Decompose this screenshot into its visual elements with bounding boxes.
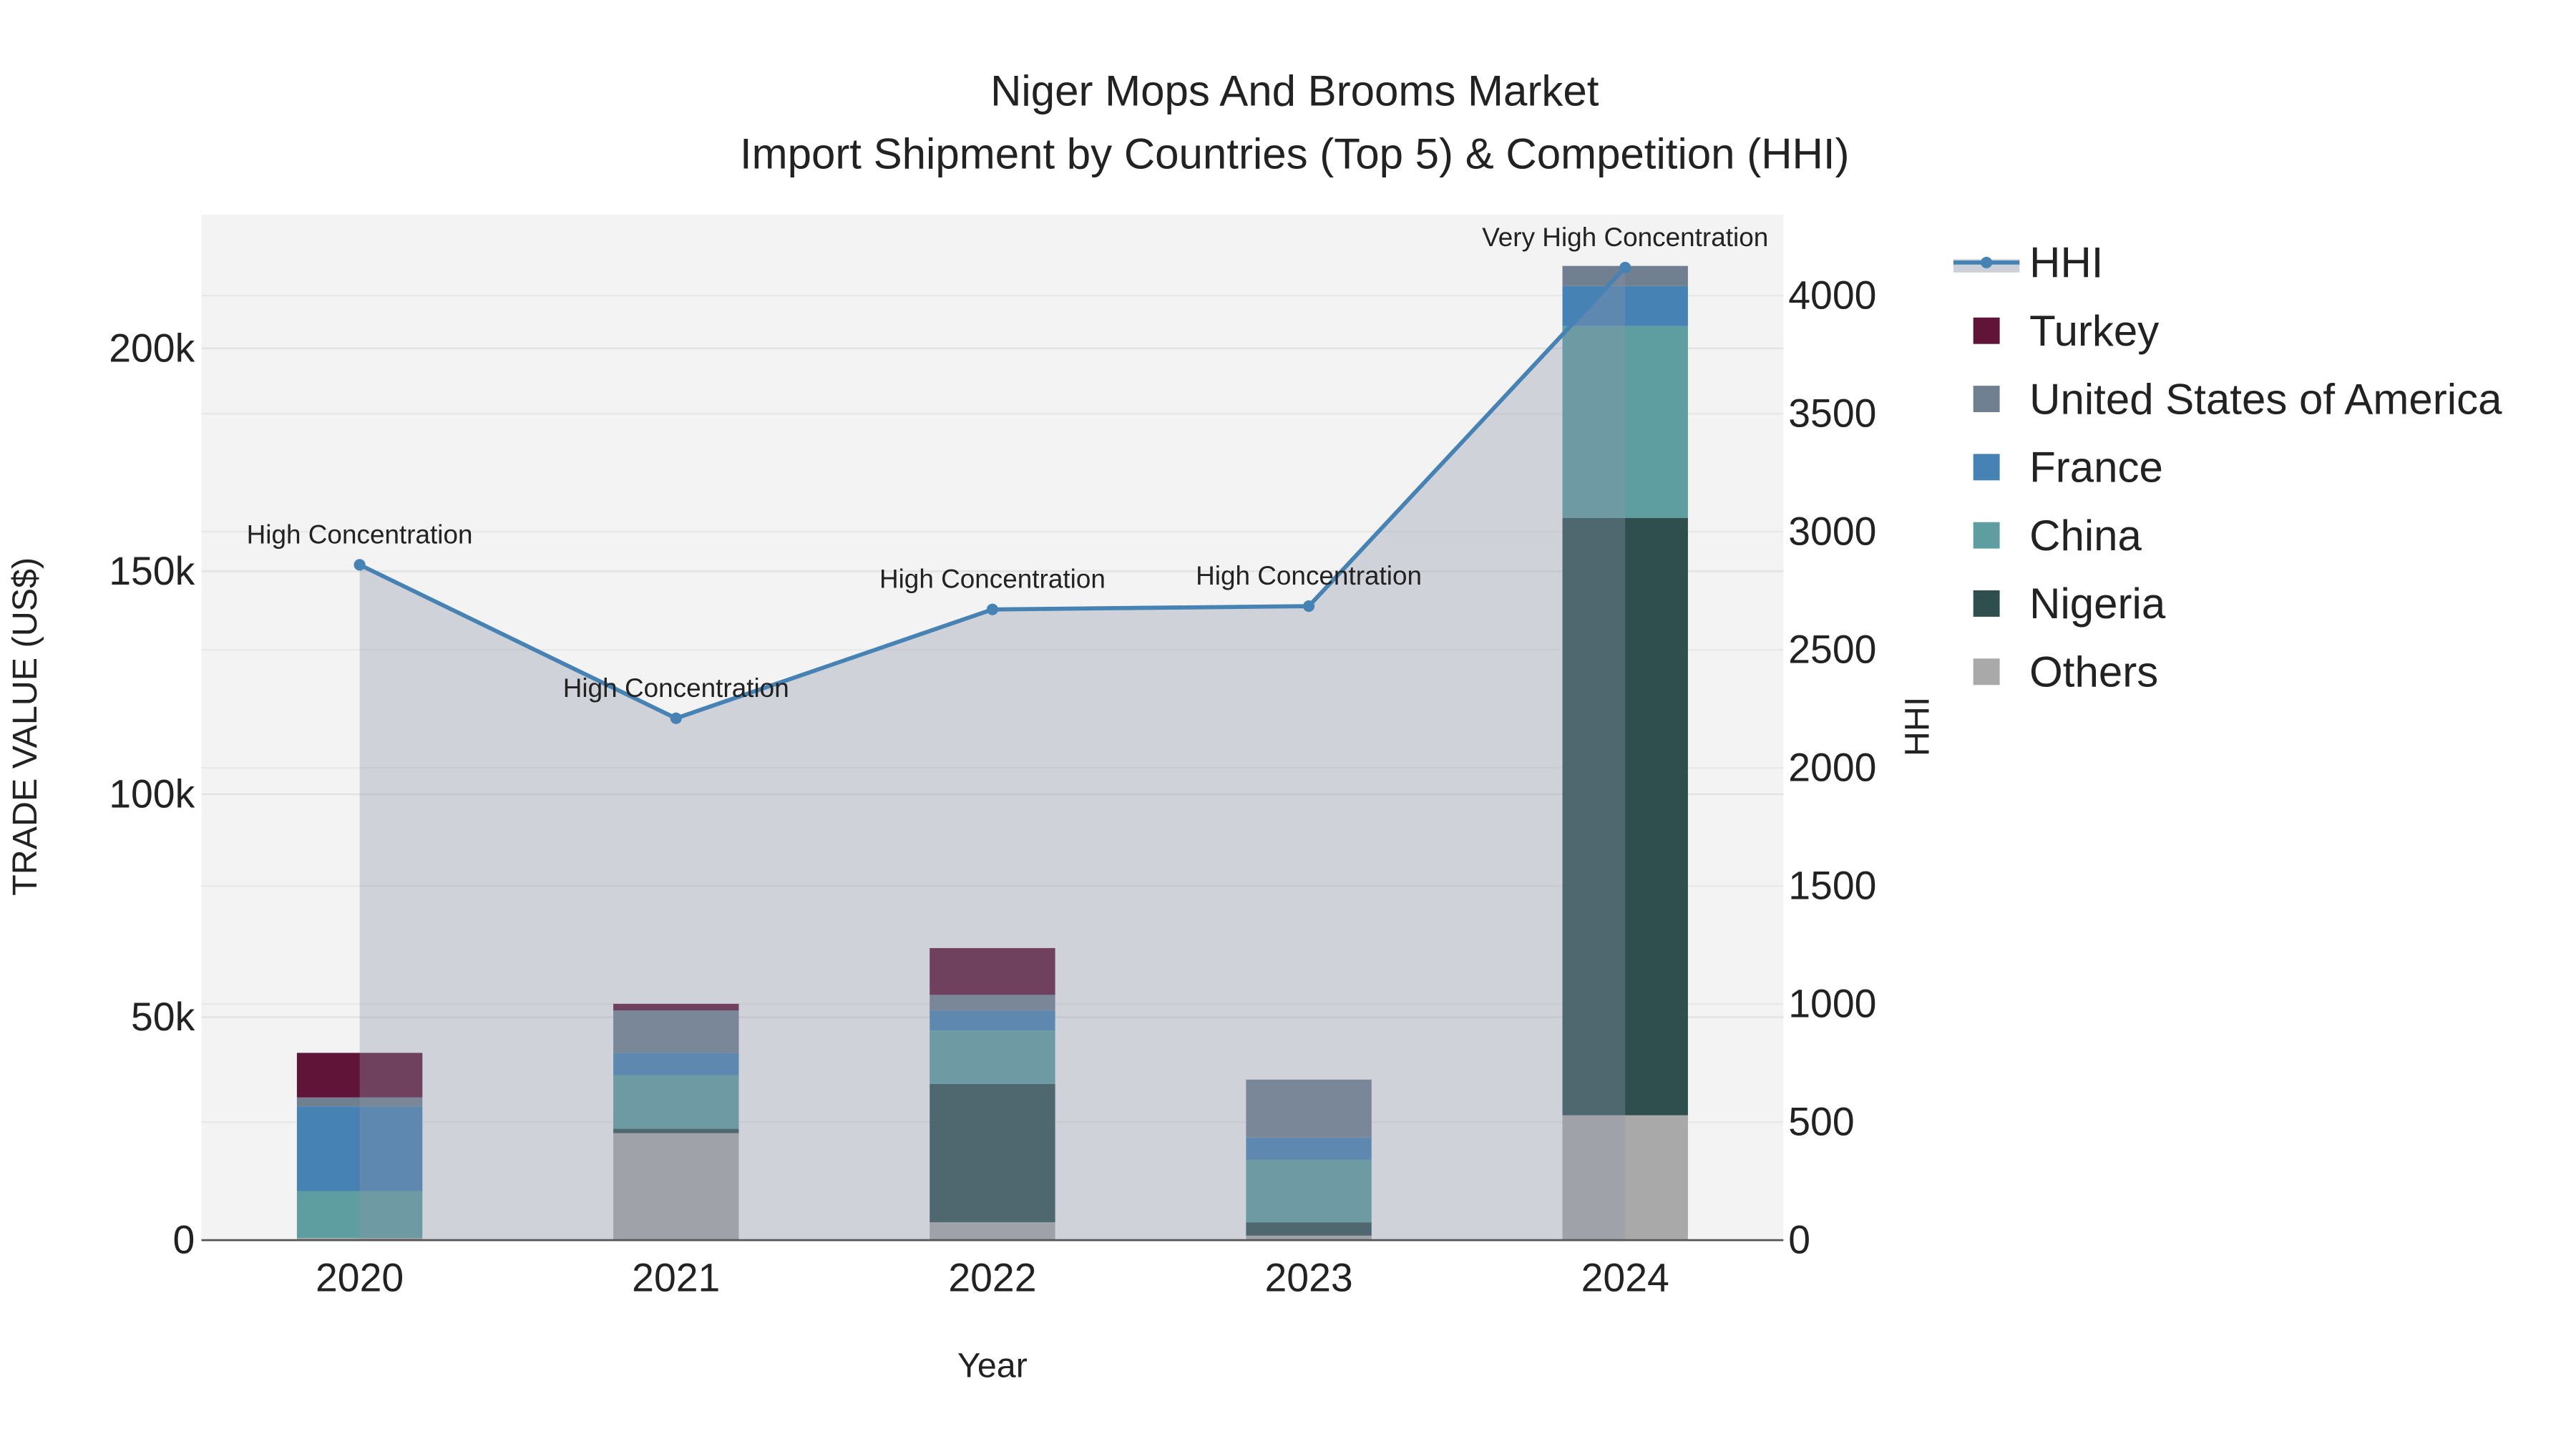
- y-tick-label: 200k: [109, 326, 195, 370]
- chart-subtitle: Import Shipment by Countries (Top 5) & C…: [740, 130, 1850, 177]
- legend-label: France: [2029, 444, 2163, 492]
- y-tick-label: 50k: [131, 995, 195, 1039]
- y2-tick-label: 3000: [1788, 509, 1876, 554]
- x-tick-label: 2020: [316, 1256, 404, 1300]
- legend-label: Nigeria: [2029, 580, 2166, 628]
- legend-label: Turkey: [2029, 307, 2159, 355]
- x-tick-label: 2023: [1264, 1256, 1352, 1300]
- legend-swatch: [1973, 590, 2000, 617]
- y2-axis-title: HHI: [1898, 697, 1936, 756]
- legend-swatch: [1973, 658, 2000, 686]
- hhi-point: [1303, 600, 1315, 613]
- y2-tick-label: 2500: [1788, 628, 1876, 672]
- hhi-annotation: High Concentration: [879, 565, 1106, 594]
- hhi-point: [353, 559, 366, 571]
- legend-label: Others: [2029, 648, 2158, 696]
- hhi-point: [986, 603, 998, 615]
- y2-tick-label: 2000: [1788, 746, 1876, 790]
- y2-tick-label: 1000: [1788, 982, 1876, 1026]
- x-tick-label: 2021: [632, 1256, 720, 1300]
- hhi-annotation: Very High Concentration: [1482, 223, 1768, 252]
- y2-tick-label: 500: [1788, 1100, 1854, 1144]
- x-tick-label: 2022: [948, 1256, 1036, 1300]
- y2-tick-label: 4000: [1788, 273, 1876, 318]
- y2-tick-label: 0: [1788, 1218, 1810, 1262]
- legend-label: HHI: [2029, 239, 2103, 287]
- y2-tick-label: 1500: [1788, 864, 1876, 908]
- legend-label: China: [2029, 512, 2142, 560]
- y-tick-label: 150k: [109, 549, 195, 593]
- hhi-point: [1619, 261, 1631, 273]
- legend-swatch: [1973, 454, 2000, 481]
- hhi-point: [670, 712, 682, 724]
- y-tick-label: 0: [172, 1218, 195, 1262]
- chart-title: Niger Mops And Brooms Market: [990, 67, 1599, 115]
- legend: HHI Turkey United States of America France C…: [1953, 239, 2502, 696]
- legend-swatch: [1973, 386, 2000, 412]
- chart: High Concentration High Concentration High…: [6, 67, 2502, 1385]
- hhi-annotation: High Concentration: [563, 673, 789, 703]
- y-axis-title: TRADE VALUE (US$): [6, 557, 44, 896]
- y2-tick-label: 3500: [1788, 391, 1876, 436]
- legend-swatch: [1973, 522, 2000, 549]
- x-tick-label: 2024: [1581, 1256, 1669, 1300]
- y-tick-label: 100k: [109, 771, 195, 816]
- hhi-annotation: High Concentration: [1196, 561, 1422, 590]
- legend-swatch: [1973, 317, 2000, 344]
- legend-swatch-hhi-marker: [1981, 256, 1993, 268]
- legend-label: United States of America: [2029, 375, 2502, 423]
- x-axis-title: Year: [957, 1347, 1028, 1385]
- hhi-annotation: High Concentration: [247, 519, 473, 549]
